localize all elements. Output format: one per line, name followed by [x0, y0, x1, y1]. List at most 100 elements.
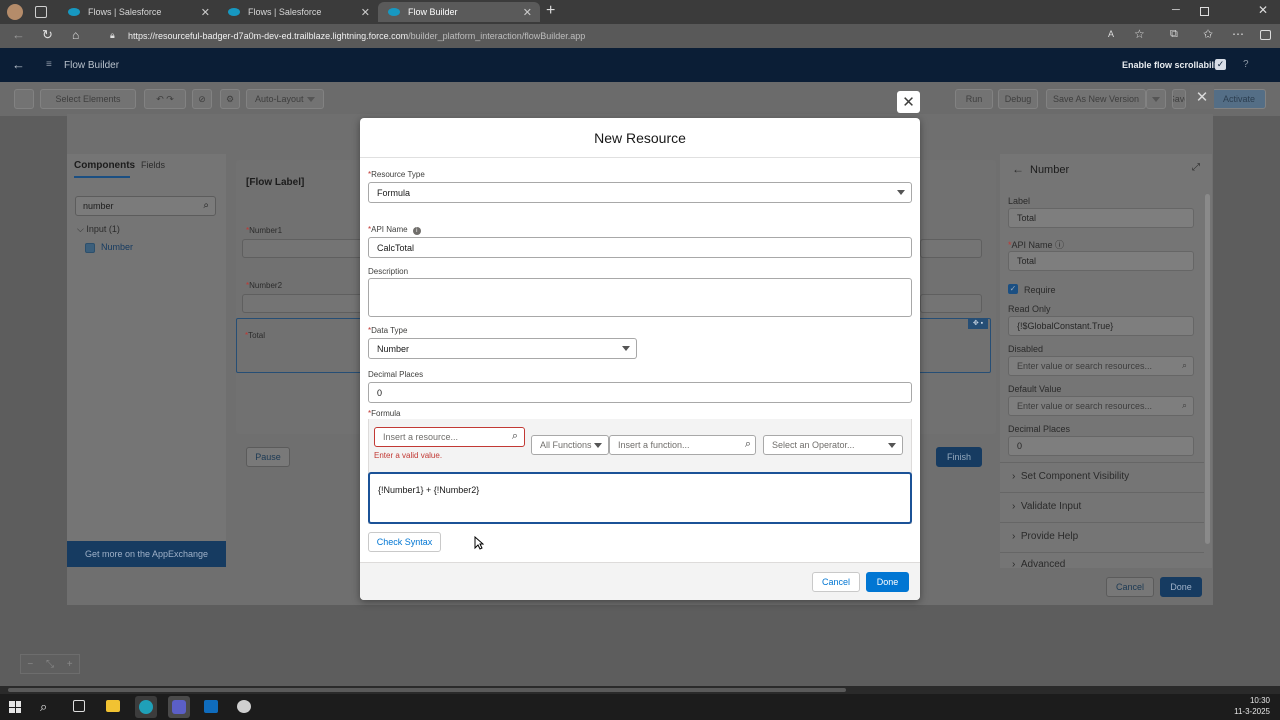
save-button[interactable]: Save [1172, 89, 1186, 109]
section-set-component-visibility[interactable]: › Set Component Visibility [1012, 471, 1129, 482]
section-advanced[interactable]: › Advanced [1012, 559, 1065, 567]
require-checkbox[interactable]: ✓ [1008, 284, 1018, 294]
modal-close-button[interactable]: ✕ [897, 91, 920, 113]
maximize-icon[interactable] [1200, 7, 1209, 16]
sidebar-icon[interactable] [1260, 30, 1271, 40]
activate-button[interactable]: Activate [1212, 89, 1266, 109]
operator-select[interactable]: Select an Operator... [763, 435, 903, 455]
new-tab-icon[interactable]: + [546, 2, 555, 20]
toggle-panel-button[interactable] [14, 89, 34, 109]
scroll-thumb[interactable] [8, 688, 846, 692]
menu-icon[interactable]: ≡ [46, 59, 52, 70]
outlook-icon[interactable] [204, 700, 218, 713]
auto-layout-label: Auto-Layout [255, 94, 304, 104]
url-field[interactable]: 🔒︎ https://resourceful-badger-d7a0m-dev-… [100, 27, 1158, 45]
tab-flows-2[interactable]: Flows | Salesforce ✕ [218, 2, 378, 22]
tab-flow-builder[interactable]: Flow Builder ✕ [378, 2, 540, 22]
decimal-places-input[interactable]: 0 [368, 382, 912, 403]
task-view-icon[interactable] [73, 700, 85, 712]
cut-icon[interactable]: ⊘ [192, 89, 212, 109]
component-search-input[interactable]: number ⌕ [75, 196, 216, 216]
back-icon[interactable]: ← [12, 27, 25, 42]
save-menu-button[interactable] [1146, 89, 1166, 109]
close-window-icon[interactable]: ✕ [1258, 3, 1268, 17]
number-component[interactable]: Number [101, 242, 133, 252]
file-explorer-icon[interactable] [106, 700, 120, 712]
windows-start-icon[interactable] [9, 701, 21, 713]
section-validate-input[interactable]: › Validate Input [1012, 501, 1081, 512]
zoom-in-icon[interactable]: + [67, 659, 73, 670]
appexchange-link[interactable]: Get more on the AppExchange [67, 541, 226, 567]
finish-button[interactable]: Finish [936, 447, 982, 467]
panel-scrollbar[interactable] [1205, 194, 1210, 544]
expand-icon[interactable]: ⤢ [1192, 162, 1200, 173]
tab-fields[interactable]: Fields [141, 160, 165, 170]
resource-type-select[interactable]: Formula [368, 182, 912, 203]
panel-cancel-button[interactable]: Cancel [1106, 577, 1154, 597]
check-syntax-button[interactable]: Check Syntax [368, 532, 441, 552]
minimize-icon[interactable]: ─ [1172, 4, 1180, 16]
pause-button[interactable]: Pause [246, 447, 290, 467]
debug-button[interactable]: Debug [998, 89, 1038, 109]
run-button[interactable]: Run [955, 89, 993, 109]
default-value-input[interactable]: Enter value or search resources... ⌕ [1008, 396, 1194, 416]
extensions-icon[interactable]: ⧉ [1170, 28, 1178, 41]
panel-done-button[interactable]: Done [1160, 577, 1202, 597]
close-icon[interactable]: ✕ [201, 6, 210, 19]
section-provide-help[interactable]: › Provide Help [1012, 531, 1078, 542]
zoom-out-icon[interactable]: − [27, 659, 33, 670]
edge-taskbar-button[interactable] [135, 696, 157, 718]
date: 11-3-2025 [1234, 707, 1270, 716]
number2-input[interactable] [242, 294, 372, 313]
done-button[interactable]: Done [866, 572, 909, 592]
teams-taskbar-button[interactable] [168, 696, 190, 718]
close-icon[interactable]: ✕ [1190, 85, 1214, 109]
resource-search-input[interactable]: Insert a resource... ⌕ [374, 427, 525, 447]
save-as-new-version-button[interactable]: Save As New Version [1046, 89, 1146, 109]
clock[interactable]: 10:30 11-3-2025 [1228, 696, 1270, 716]
info-icon[interactable]: i [412, 227, 421, 235]
label-input[interactable]: Total [1008, 208, 1194, 228]
api-name-input[interactable]: Total [1008, 251, 1194, 271]
app-icon[interactable] [237, 700, 251, 713]
chevron-down-icon [888, 442, 896, 448]
settings-icon[interactable]: ⚙ [220, 89, 240, 109]
formula-textarea[interactable]: {!Number1} + {!Number2} [368, 472, 912, 524]
favorite-icon[interactable]: ☆ [1134, 27, 1145, 41]
api-name-input[interactable]: CalcTotal [368, 237, 912, 258]
close-icon[interactable]: ✕ [361, 6, 370, 19]
function-search-input[interactable]: Insert a function... ⌕ [609, 435, 756, 455]
select-elements-button[interactable]: Select Elements [40, 89, 136, 109]
auto-layout-select[interactable]: Auto-Layout [246, 89, 324, 109]
move-delete-icons[interactable]: ✥ ▪ [968, 319, 988, 329]
help-icon[interactable]: ? [1243, 59, 1249, 70]
close-icon[interactable]: ✕ [523, 6, 532, 19]
read-only-input[interactable]: {!$GlobalConstant.True} [1008, 316, 1194, 336]
decimal-places-input[interactable]: 0 [1008, 436, 1194, 456]
fit-icon[interactable]: ⤡ [46, 659, 54, 670]
cancel-button[interactable]: Cancel [812, 572, 860, 592]
tab-flows-1[interactable]: Flows | Salesforce ✕ [58, 2, 218, 22]
undo-redo-buttons[interactable]: ↶ ↷ [144, 89, 186, 109]
number1-input[interactable] [242, 239, 372, 258]
tab-components[interactable]: Components [74, 160, 135, 171]
read-aloud-icon[interactable]: A [1108, 29, 1114, 39]
description-textarea[interactable] [368, 278, 912, 317]
zoom-controls[interactable]: − ⤡ + [20, 654, 80, 674]
search-icon[interactable]: ⌕ [40, 699, 47, 715]
back-icon[interactable]: ← [1012, 162, 1024, 176]
input-group[interactable]: ⌵ Input (1) [77, 224, 120, 235]
back-icon[interactable]: ← [12, 57, 25, 72]
data-type-select[interactable]: Number [368, 338, 637, 359]
more-icon[interactable]: ⋯ [1232, 27, 1244, 41]
salesforce-cloud-icon [388, 8, 400, 16]
functions-filter-select[interactable]: All Functions [531, 435, 609, 455]
home-icon[interactable]: ⌂ [72, 28, 79, 42]
scrollability-checkbox[interactable]: ✓ [1215, 59, 1226, 70]
profile-avatar[interactable] [7, 4, 23, 20]
disabled-input[interactable]: Enter value or search resources... ⌕ [1008, 356, 1194, 376]
favorites-bar-icon[interactable]: ✩ [1203, 27, 1213, 41]
refresh-icon[interactable]: ↻ [42, 27, 53, 43]
page-horizontal-scrollbar[interactable] [0, 686, 1280, 694]
tab-actions-icon[interactable] [35, 6, 47, 18]
